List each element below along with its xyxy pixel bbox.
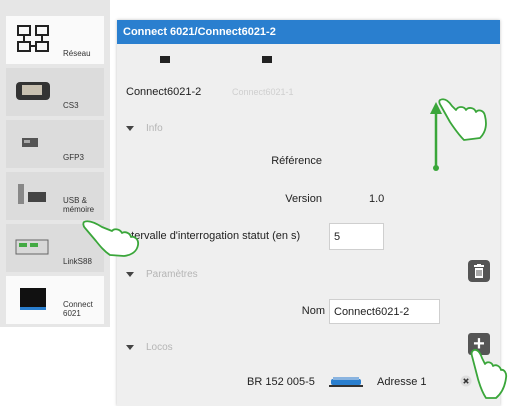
- cs3-device-icon: [16, 82, 50, 100]
- connect6021-device-icon: [20, 288, 46, 310]
- sidebar-item-label: LinkS88: [63, 257, 92, 266]
- pointing-hand-icon: [82, 220, 140, 257]
- pointing-hand-icon: [470, 348, 508, 399]
- sidebar-item-label: Connect 6021: [63, 300, 93, 318]
- usb-memory-icon: [18, 184, 46, 204]
- chevron-down-icon: [126, 125, 134, 131]
- sidebar-item-connect6021[interactable]: Connect 6021: [6, 276, 104, 324]
- loco-address: Adresse 1: [377, 376, 427, 388]
- sidebar-item-usb-memoire[interactable]: USB & mémoire: [6, 172, 104, 220]
- reference-label: Référence: [271, 155, 322, 167]
- network-icon: [17, 25, 49, 52]
- section-locos-header[interactable]: Locos: [126, 342, 173, 353]
- poll-interval-label: Intervalle d'interrogation statut (en s): [122, 230, 301, 242]
- links88-device-icon: [15, 239, 49, 255]
- chevron-down-icon: [126, 271, 134, 277]
- panel-title: Connect 6021/Connect6021-2: [117, 20, 500, 44]
- sidebar-item-label: GFP3: [63, 153, 84, 162]
- version-value: 1.0: [369, 193, 385, 205]
- sidebar-item-cs3[interactable]: CS3: [6, 68, 104, 116]
- locomotive-icon: [329, 377, 363, 387]
- trash-icon: [474, 264, 484, 278]
- loco-name: BR 152 005-5: [247, 376, 315, 388]
- sidebar-item-label: Réseau: [63, 49, 91, 58]
- pointing-hand-icon: [438, 98, 487, 141]
- gfp3-device-icon: [22, 138, 38, 147]
- section-parametres-label: Paramètres: [146, 269, 198, 280]
- device-slot-icon[interactable]: [262, 56, 272, 63]
- chevron-down-icon: [126, 344, 134, 350]
- poll-interval-input[interactable]: [329, 223, 384, 250]
- section-info-header[interactable]: Info: [126, 123, 163, 134]
- section-locos-label: Locos: [146, 342, 173, 353]
- tab-connect6021-2[interactable]: Connect6021-2: [126, 86, 201, 98]
- section-parametres-header[interactable]: Paramètres: [126, 269, 198, 280]
- device-slot-icon[interactable]: [160, 56, 170, 63]
- device-sidebar: Réseau CS3 GFP3 USB & mémoire LinkS88 Co…: [0, 0, 110, 327]
- sidebar-item-label: USB & mémoire: [63, 196, 95, 214]
- device-panel: Connect 6021/Connect6021-2 Connect6021-2…: [117, 20, 500, 406]
- tab-connect6021-1[interactable]: Connect6021-1: [232, 87, 294, 97]
- sidebar-item-label: CS3: [63, 101, 79, 110]
- name-input[interactable]: [329, 299, 440, 324]
- section-info-label: Info: [146, 123, 163, 134]
- sidebar-item-gfp3[interactable]: GFP3: [6, 120, 104, 168]
- version-label: Version: [285, 193, 322, 205]
- delete-button[interactable]: [468, 260, 490, 282]
- sidebar-item-reseau[interactable]: Réseau: [6, 16, 104, 64]
- name-label: Nom: [301, 305, 325, 317]
